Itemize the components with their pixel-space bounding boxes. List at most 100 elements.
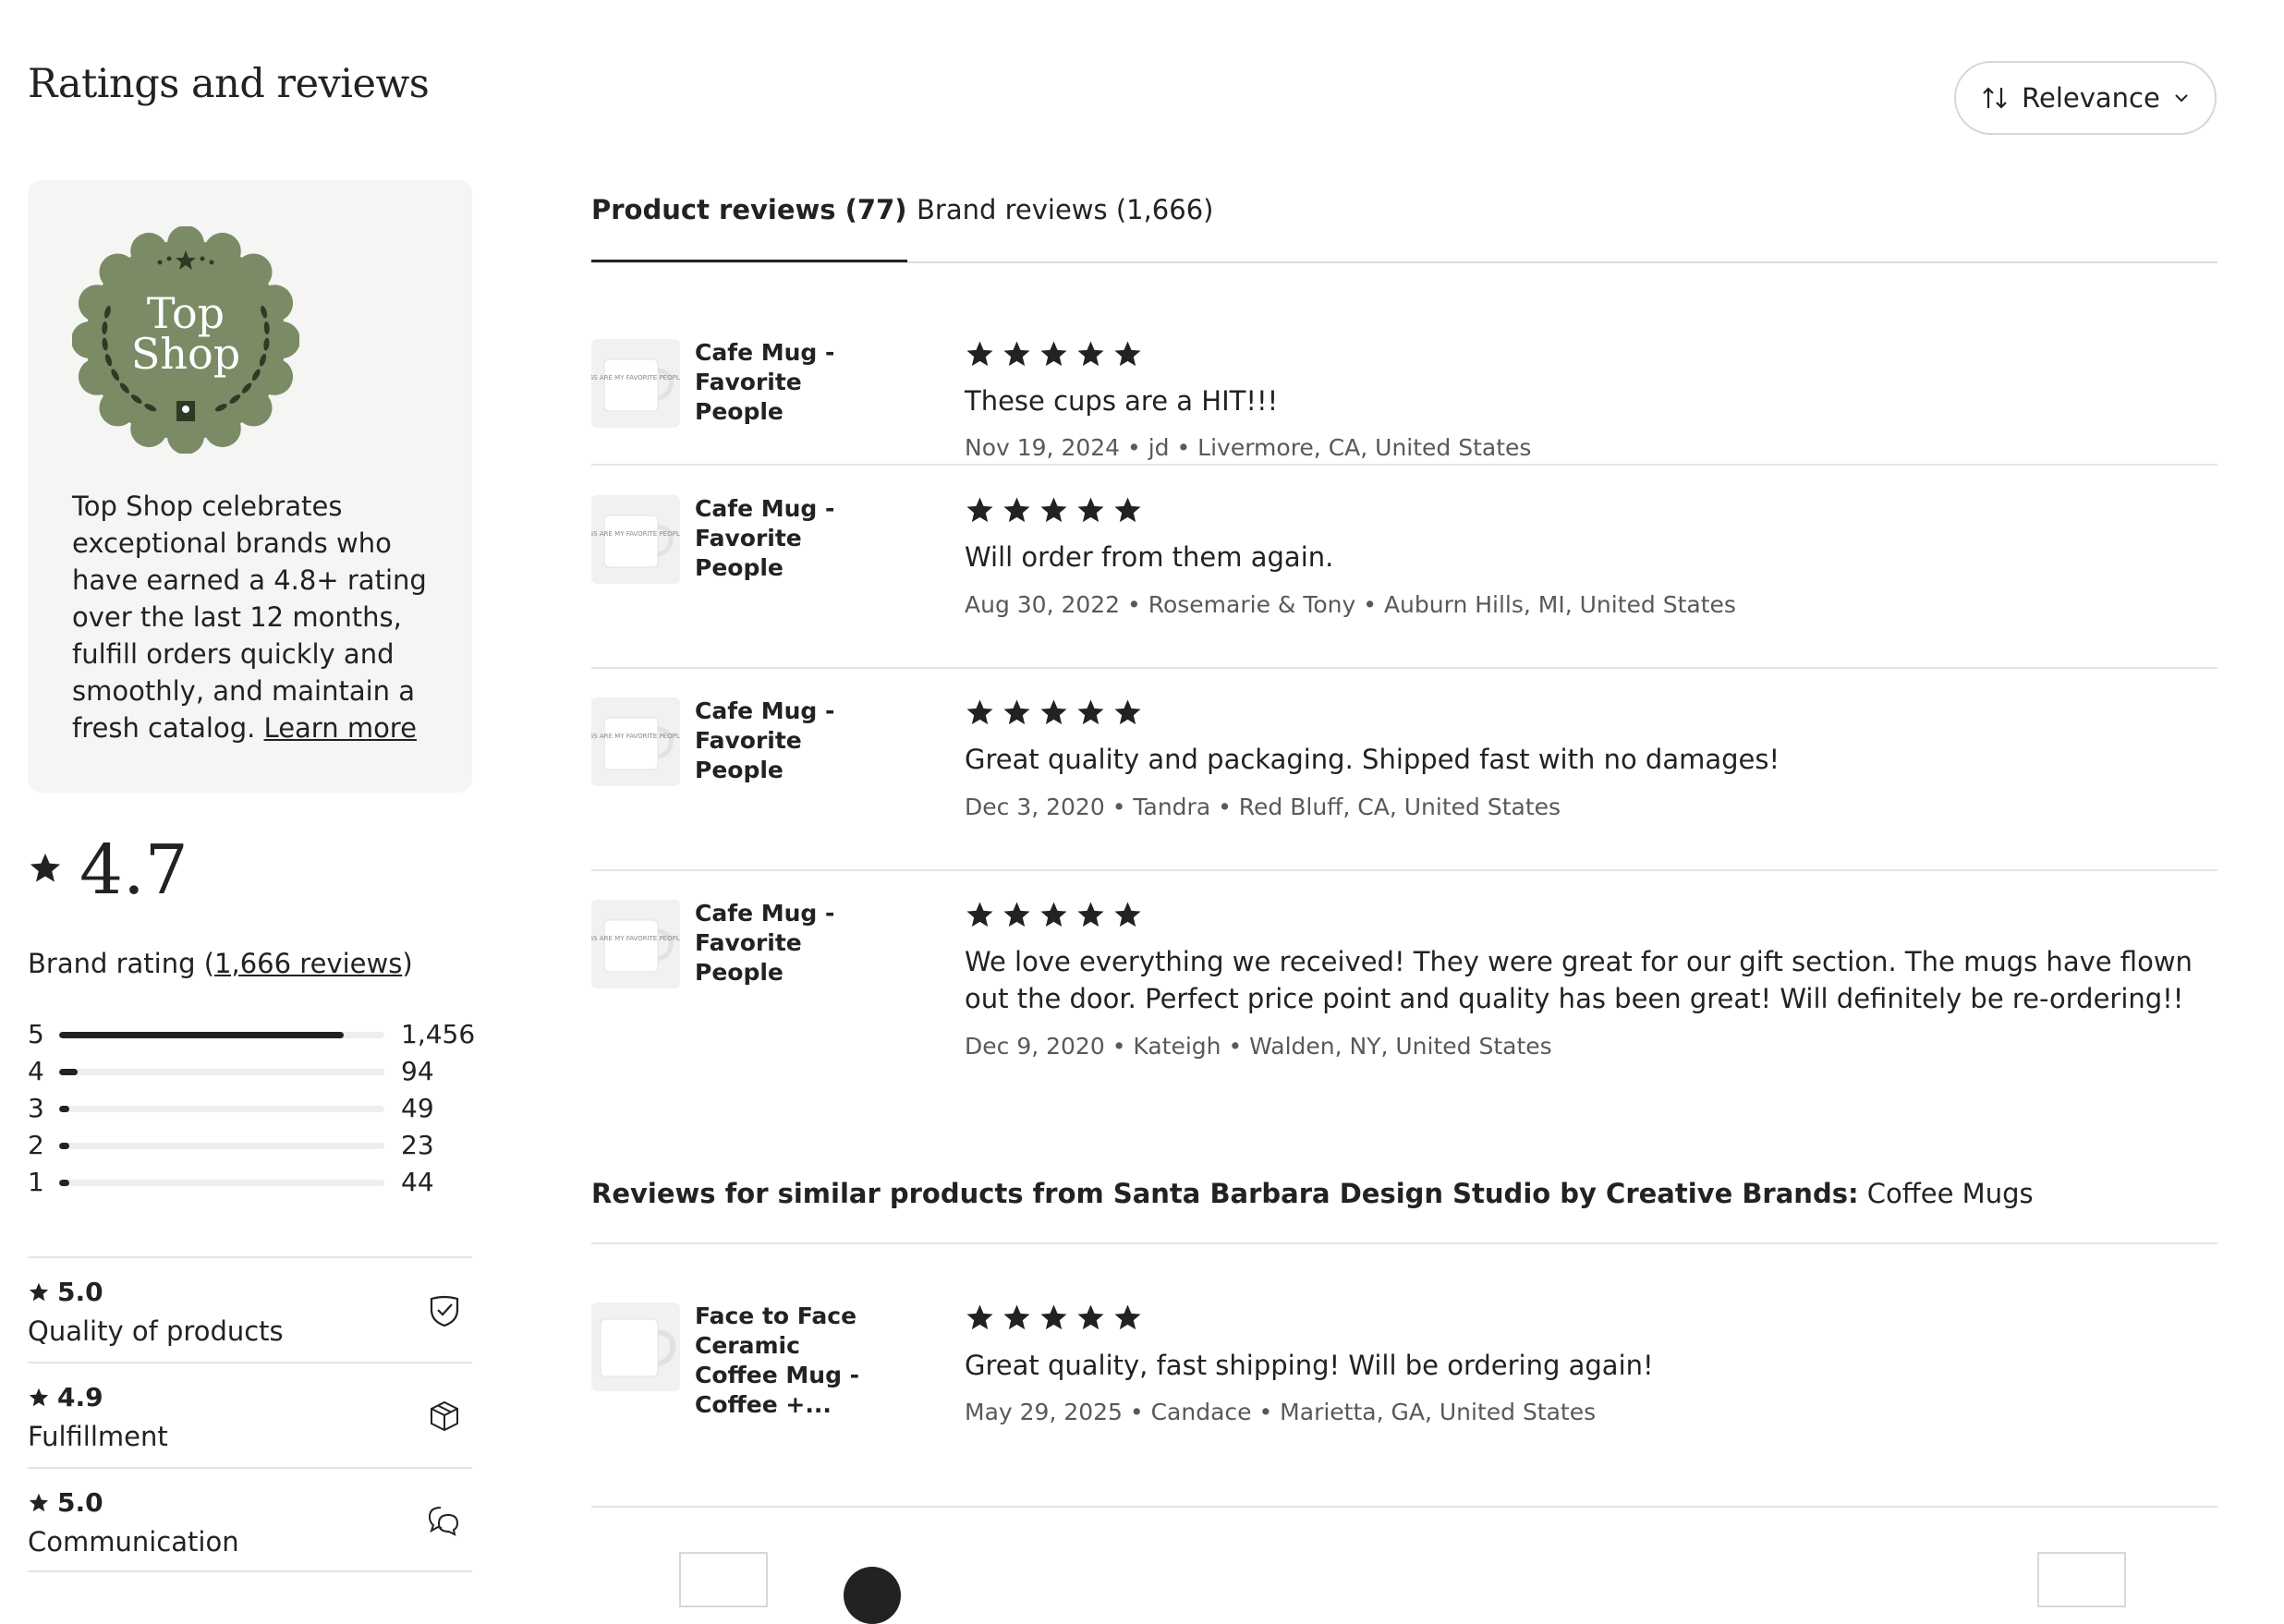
- distribution-bar: [59, 1180, 384, 1186]
- review-item: DOGS ARE MY FAVORITE PEOPLE Cafe Mug - F…: [591, 261, 2217, 466]
- star-icon: [1003, 902, 1030, 927]
- review-text: These cups are a HIT!!!: [965, 385, 1279, 417]
- pagination-current-page[interactable]: [844, 1567, 901, 1624]
- distribution-stars: 2: [28, 1130, 44, 1160]
- star-icon: [1114, 902, 1141, 927]
- review-stars: [965, 1303, 1143, 1333]
- svg-text:DOGS ARE MY FAVORITE PEOPLE: DOGS ARE MY FAVORITE PEOPLE: [591, 935, 680, 942]
- star-icon: [966, 699, 993, 725]
- review-item: DOGS ARE MY FAVORITE PEOPLE Cafe Mug - F…: [591, 669, 2217, 871]
- distribution-stars: 5: [28, 1019, 44, 1049]
- review-item: DOGS ARE MY FAVORITE PEOPLE Cafe Mug - F…: [591, 466, 2217, 669]
- metric-score-value: 5.0: [57, 1277, 103, 1307]
- mug-image-icon: [600, 1318, 676, 1377]
- star-icon: [28, 851, 63, 890]
- metric-score-value: 4.9: [57, 1382, 103, 1412]
- product-thumbnail[interactable]: [591, 1303, 680, 1391]
- star-icon: [966, 341, 993, 367]
- metric-score: 4.9: [28, 1382, 103, 1412]
- star-icon: [1040, 341, 1067, 367]
- star-icon: [1003, 1304, 1030, 1330]
- learn-more-link[interactable]: Learn more: [264, 712, 417, 744]
- star-icon: [1114, 1304, 1141, 1330]
- metric-score: 5.0: [28, 1487, 103, 1518]
- tab-brand-reviews[interactable]: Brand reviews (1,666): [917, 194, 1213, 260]
- star-icon: [1040, 497, 1067, 523]
- brand-rating-value: 4.7: [79, 830, 188, 910]
- review-text: Great quality and packaging. Shipped fas…: [965, 744, 1780, 775]
- review-stars: [965, 697, 1143, 728]
- pagination-prev-button[interactable]: [679, 1552, 768, 1607]
- review-text: Will order from them again.: [965, 541, 1334, 573]
- star-icon: [966, 497, 993, 523]
- star-icon: [29, 1282, 49, 1301]
- product-thumbnail[interactable]: DOGS ARE MY FAVORITE PEOPLE: [591, 697, 680, 786]
- chat-bubbles-icon: [426, 1504, 461, 1541]
- review-text: Great quality, fast shipping! Will be or…: [965, 1350, 1654, 1381]
- review-item: DOGS ARE MY FAVORITE PEOPLE Cafe Mug - F…: [591, 871, 2217, 1102]
- review-text: We love everything we received! They wer…: [965, 946, 2193, 1014]
- metric-label: Communication: [28, 1526, 239, 1557]
- mug-image-icon: DOGS ARE MY FAVORITE PEOPLE: [591, 515, 680, 568]
- star-icon: [1003, 341, 1030, 367]
- distribution-stars: 3: [28, 1093, 44, 1123]
- similar-heading-bold: Reviews for similar products from Santa …: [591, 1178, 1859, 1209]
- distribution-bar: [59, 1032, 384, 1038]
- distribution-row: 2 23: [28, 1127, 472, 1164]
- brand-reviews-link[interactable]: 1,666 reviews: [214, 948, 402, 979]
- svg-text:DOGS ARE MY FAVORITE PEOPLE: DOGS ARE MY FAVORITE PEOPLE: [591, 374, 680, 382]
- brand-rating-suffix: ): [402, 948, 413, 979]
- star-icon: [1114, 341, 1141, 367]
- distribution-bar: [59, 1106, 384, 1112]
- distribution-count: 94: [401, 1056, 434, 1086]
- distribution-bar: [59, 1143, 384, 1149]
- star-icon: [966, 1304, 993, 1330]
- star-icon: [1077, 902, 1104, 927]
- pagination-next-button[interactable]: [2037, 1552, 2126, 1607]
- star-icon: [1077, 341, 1104, 367]
- star-icon: [29, 1388, 49, 1406]
- metric-fulfillment: 4.9 Fulfillment: [28, 1362, 472, 1467]
- review-product-name[interactable]: Cafe Mug - Favorite People: [695, 899, 889, 988]
- star-icon: [1077, 1304, 1104, 1330]
- tab-product-reviews[interactable]: Product reviews (77): [591, 194, 907, 262]
- divider: [591, 1506, 2217, 1508]
- svg-text:DOGS ARE MY FAVORITE PEOPLE: DOGS ARE MY FAVORITE PEOPLE: [591, 733, 680, 740]
- review-meta: Dec 3, 2020 • Tandra • Red Bluff, CA, Un…: [965, 794, 1561, 820]
- product-thumbnail[interactable]: DOGS ARE MY FAVORITE PEOPLE: [591, 900, 680, 988]
- metric-score: 5.0: [28, 1277, 103, 1307]
- distribution-count: 49: [401, 1093, 434, 1123]
- star-icon: [1114, 497, 1141, 523]
- page-title: Ratings and reviews: [28, 61, 430, 107]
- distribution-count: 1,456: [401, 1019, 476, 1049]
- similar-heading-category: Coffee Mugs: [1866, 1178, 2034, 1209]
- distribution-count: 23: [401, 1130, 434, 1160]
- shield-check-icon: [428, 1293, 461, 1332]
- review-product-name[interactable]: Cafe Mug - Favorite People: [695, 338, 889, 427]
- product-thumbnail[interactable]: DOGS ARE MY FAVORITE PEOPLE: [591, 495, 680, 584]
- product-thumbnail[interactable]: DOGS ARE MY FAVORITE PEOPLE: [591, 339, 680, 428]
- distribution-stars: 4: [28, 1056, 44, 1086]
- brand-rating-score: 4.7: [28, 836, 188, 904]
- product-review-list: DOGS ARE MY FAVORITE PEOPLE Cafe Mug - F…: [591, 261, 2217, 1102]
- review-tabs: Product reviews (77) Brand reviews (1,66…: [591, 194, 2217, 263]
- brand-rating-prefix: Brand rating (: [28, 948, 215, 979]
- mug-image-icon: DOGS ARE MY FAVORITE PEOPLE: [591, 717, 680, 770]
- top-shop-badge-icon: Top Shop: [72, 226, 299, 454]
- sort-dropdown-button[interactable]: Relevance: [1954, 61, 2217, 135]
- review-stars: [965, 339, 1143, 370]
- review-product-name[interactable]: Cafe Mug - Favorite People: [695, 697, 889, 785]
- review-stars: [965, 900, 1143, 930]
- review-product-name[interactable]: Cafe Mug - Favorite People: [695, 494, 889, 583]
- distribution-row: 3 49: [28, 1090, 472, 1127]
- review-product-name[interactable]: Face to Face Ceramic Coffee Mug - Coffee…: [695, 1302, 889, 1420]
- distribution-row: 1 44: [28, 1164, 472, 1201]
- sort-arrows-icon: [1981, 86, 2009, 110]
- similar-review-list: Face to Face Ceramic Coffee Mug - Coffee…: [591, 1244, 2217, 1506]
- review-item: Face to Face Ceramic Coffee Mug - Coffee…: [591, 1244, 2217, 1506]
- star-icon: [1040, 699, 1067, 725]
- review-meta: Nov 19, 2024 • jd • Livermore, CA, Unite…: [965, 434, 1532, 461]
- distribution-count: 44: [401, 1167, 434, 1197]
- svg-text:DOGS ARE MY FAVORITE PEOPLE: DOGS ARE MY FAVORITE PEOPLE: [591, 530, 680, 538]
- review-meta: Aug 30, 2022 • Rosemarie & Tony • Auburn…: [965, 591, 1736, 618]
